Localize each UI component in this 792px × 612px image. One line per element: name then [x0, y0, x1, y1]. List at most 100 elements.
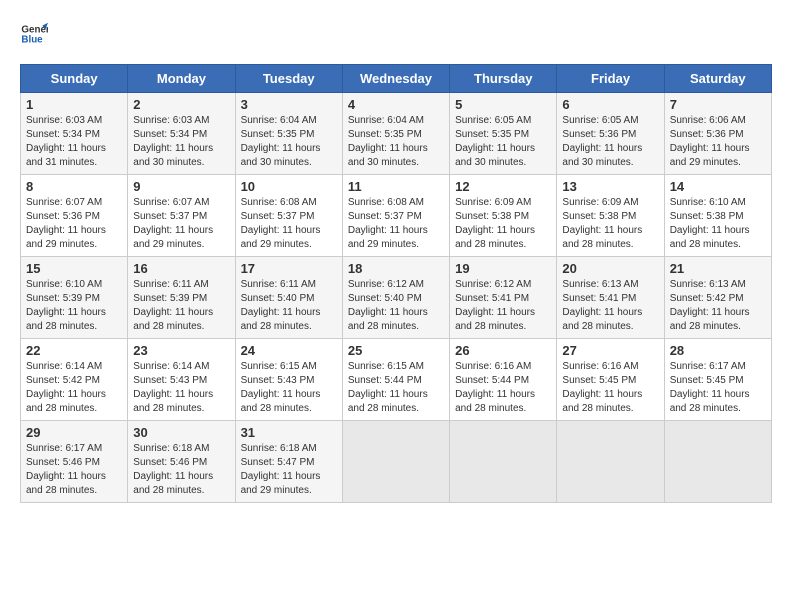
weekday-header: Saturday — [664, 65, 771, 93]
calendar-cell: 19Sunrise: 6:12 AM Sunset: 5:41 PM Dayli… — [450, 257, 557, 339]
day-number: 24 — [241, 343, 337, 358]
day-info: Sunrise: 6:05 AM Sunset: 5:35 PM Dayligh… — [455, 114, 551, 170]
day-number: 3 — [241, 97, 337, 112]
calendar-cell: 8 Sunrise: 6:07 AM Sunset: 5:36 PM Daylig… — [21, 175, 128, 257]
calendar-cell: 1 Sunrise: 6:03 AM Sunset: 5:34 PM Daylig… — [21, 93, 128, 175]
day-number: 8 — [26, 179, 122, 194]
calendar-cell: 29Sunrise: 6:17 AM Sunset: 5:46 PM Dayli… — [21, 421, 128, 503]
day-number: 25 — [348, 343, 444, 358]
calendar-cell: 7Sunrise: 6:06 AM Sunset: 5:36 PM Daylig… — [664, 93, 771, 175]
day-info: Sunrise: 6:08 AM Sunset: 5:37 PM Dayligh… — [241, 196, 337, 252]
day-number: 6 — [562, 97, 658, 112]
day-info: Sunrise: 6:18 AM Sunset: 5:46 PM Dayligh… — [133, 442, 229, 498]
weekday-header: Friday — [557, 65, 664, 93]
day-info: Sunrise: 6:09 AM Sunset: 5:38 PM Dayligh… — [455, 196, 551, 252]
calendar-cell: 26 Sunrise: 6:16 AM Sunset: 5:44 PM Dayli… — [450, 339, 557, 421]
calendar-week-row: 1 Sunrise: 6:03 AM Sunset: 5:34 PM Daylig… — [21, 93, 772, 175]
day-number: 11 — [348, 179, 444, 194]
day-number: 2 — [133, 97, 229, 112]
day-info: Sunrise: 6:10 AM Sunset: 5:39 PM Dayligh… — [26, 278, 122, 334]
calendar-header: SundayMondayTuesdayWednesdayThursdayFrid… — [21, 65, 772, 93]
calendar-cell: 23Sunrise: 6:14 AM Sunset: 5:43 PM Dayli… — [128, 339, 235, 421]
calendar-cell — [342, 421, 449, 503]
day-info: Sunrise: 6:07 AM Sunset: 5:37 PM Dayligh… — [133, 196, 229, 252]
day-number: 16 — [133, 261, 229, 276]
day-number: 5 — [455, 97, 551, 112]
calendar-cell: 22Sunrise: 6:14 AM Sunset: 5:42 PM Dayli… — [21, 339, 128, 421]
page-header: General Blue — [20, 20, 772, 48]
day-number: 18 — [348, 261, 444, 276]
day-number: 4 — [348, 97, 444, 112]
day-info: Sunrise: 6:14 AM Sunset: 5:43 PM Dayligh… — [133, 360, 229, 416]
calendar-cell: 25Sunrise: 6:15 AM Sunset: 5:44 PM Dayli… — [342, 339, 449, 421]
calendar-cell: 15 Sunrise: 6:10 AM Sunset: 5:39 PM Dayli… — [21, 257, 128, 339]
logo-icon: General Blue — [20, 20, 48, 48]
calendar-cell — [557, 421, 664, 503]
day-number: 19 — [455, 261, 551, 276]
day-number: 12 — [455, 179, 551, 194]
day-info: Sunrise: 6:11 AM Sunset: 5:39 PM Dayligh… — [133, 278, 229, 334]
day-number: 26 — [455, 343, 551, 358]
calendar-week-row: 22Sunrise: 6:14 AM Sunset: 5:42 PM Dayli… — [21, 339, 772, 421]
day-number: 1 — [26, 97, 122, 112]
day-info: Sunrise: 6:04 AM Sunset: 5:35 PM Dayligh… — [348, 114, 444, 170]
calendar-cell: 4 Sunrise: 6:04 AM Sunset: 5:35 PM Daylig… — [342, 93, 449, 175]
weekday-header: Wednesday — [342, 65, 449, 93]
calendar-cell: 10Sunrise: 6:08 AM Sunset: 5:37 PM Dayli… — [235, 175, 342, 257]
calendar-week-row: 15 Sunrise: 6:10 AM Sunset: 5:39 PM Dayli… — [21, 257, 772, 339]
day-info: Sunrise: 6:13 AM Sunset: 5:41 PM Dayligh… — [562, 278, 658, 334]
calendar-cell: 24 Sunrise: 6:15 AM Sunset: 5:43 PM Dayli… — [235, 339, 342, 421]
day-number: 15 — [26, 261, 122, 276]
day-info: Sunrise: 6:05 AM Sunset: 5:36 PM Dayligh… — [562, 114, 658, 170]
calendar-cell: 27 Sunrise: 6:16 AM Sunset: 5:45 PM Dayli… — [557, 339, 664, 421]
day-info: Sunrise: 6:16 AM Sunset: 5:44 PM Dayligh… — [455, 360, 551, 416]
calendar-cell: 13Sunrise: 6:09 AM Sunset: 5:38 PM Dayli… — [557, 175, 664, 257]
day-info: Sunrise: 6:12 AM Sunset: 5:40 PM Dayligh… — [348, 278, 444, 334]
day-info: Sunrise: 6:16 AM Sunset: 5:45 PM Dayligh… — [562, 360, 658, 416]
calendar-cell: 9 Sunrise: 6:07 AM Sunset: 5:37 PM Daylig… — [128, 175, 235, 257]
day-number: 21 — [670, 261, 766, 276]
day-info: Sunrise: 6:04 AM Sunset: 5:35 PM Dayligh… — [241, 114, 337, 170]
day-number: 27 — [562, 343, 658, 358]
day-number: 7 — [670, 97, 766, 112]
day-number: 17 — [241, 261, 337, 276]
day-info: Sunrise: 6:17 AM Sunset: 5:45 PM Dayligh… — [670, 360, 766, 416]
calendar-week-row: 29Sunrise: 6:17 AM Sunset: 5:46 PM Dayli… — [21, 421, 772, 503]
day-info: Sunrise: 6:11 AM Sunset: 5:40 PM Dayligh… — [241, 278, 337, 334]
day-info: Sunrise: 6:18 AM Sunset: 5:47 PM Dayligh… — [241, 442, 337, 498]
calendar-cell: 31 Sunrise: 6:18 AM Sunset: 5:47 PM Dayli… — [235, 421, 342, 503]
calendar-cell: 17 Sunrise: 6:11 AM Sunset: 5:40 PM Dayli… — [235, 257, 342, 339]
header-row: SundayMondayTuesdayWednesdayThursdayFrid… — [21, 65, 772, 93]
svg-text:Blue: Blue — [21, 34, 43, 45]
day-info: Sunrise: 6:03 AM Sunset: 5:34 PM Dayligh… — [133, 114, 229, 170]
calendar-cell: 18 Sunrise: 6:12 AM Sunset: 5:40 PM Dayli… — [342, 257, 449, 339]
weekday-header: Tuesday — [235, 65, 342, 93]
day-info: Sunrise: 6:15 AM Sunset: 5:43 PM Dayligh… — [241, 360, 337, 416]
weekday-header: Sunday — [21, 65, 128, 93]
calendar-cell: 20 Sunrise: 6:13 AM Sunset: 5:41 PM Dayli… — [557, 257, 664, 339]
calendar-cell: 30 Sunrise: 6:18 AM Sunset: 5:46 PM Dayli… — [128, 421, 235, 503]
calendar-week-row: 8 Sunrise: 6:07 AM Sunset: 5:36 PM Daylig… — [21, 175, 772, 257]
day-info: Sunrise: 6:07 AM Sunset: 5:36 PM Dayligh… — [26, 196, 122, 252]
calendar-cell: 5 Sunrise: 6:05 AM Sunset: 5:35 PM Daylig… — [450, 93, 557, 175]
day-number: 28 — [670, 343, 766, 358]
calendar-cell: 12 Sunrise: 6:09 AM Sunset: 5:38 PM Dayli… — [450, 175, 557, 257]
calendar-cell: 3 Sunrise: 6:04 AM Sunset: 5:35 PM Daylig… — [235, 93, 342, 175]
day-number: 20 — [562, 261, 658, 276]
day-number: 31 — [241, 425, 337, 440]
day-info: Sunrise: 6:03 AM Sunset: 5:34 PM Dayligh… — [26, 114, 122, 170]
calendar-cell — [664, 421, 771, 503]
day-info: Sunrise: 6:17 AM Sunset: 5:46 PM Dayligh… — [26, 442, 122, 498]
weekday-header: Thursday — [450, 65, 557, 93]
calendar-cell — [450, 421, 557, 503]
day-number: 9 — [133, 179, 229, 194]
weekday-header: Monday — [128, 65, 235, 93]
calendar-cell: 21Sunrise: 6:13 AM Sunset: 5:42 PM Dayli… — [664, 257, 771, 339]
day-number: 30 — [133, 425, 229, 440]
calendar-cell: 16 Sunrise: 6:11 AM Sunset: 5:39 PM Dayli… — [128, 257, 235, 339]
day-number: 22 — [26, 343, 122, 358]
calendar-body: 1 Sunrise: 6:03 AM Sunset: 5:34 PM Daylig… — [21, 93, 772, 503]
day-info: Sunrise: 6:08 AM Sunset: 5:37 PM Dayligh… — [348, 196, 444, 252]
day-number: 14 — [670, 179, 766, 194]
calendar-table: SundayMondayTuesdayWednesdayThursdayFrid… — [20, 64, 772, 503]
